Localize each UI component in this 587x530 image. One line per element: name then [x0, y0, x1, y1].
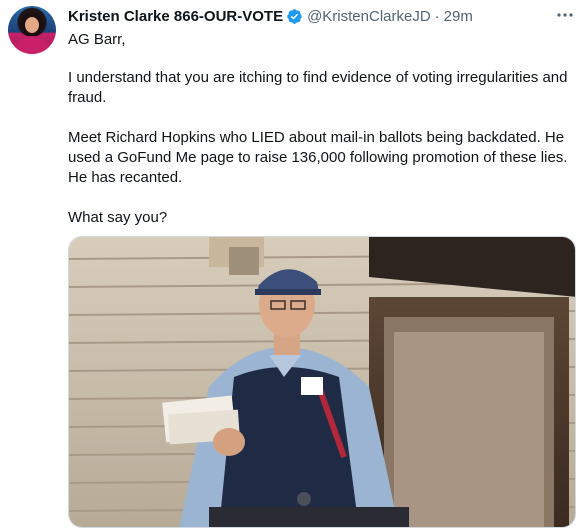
tweet: Kristen Clarke 866-OUR-VOTE @KristenClar… [0, 0, 587, 530]
separator-dot: · [434, 7, 440, 25]
author-handle[interactable]: @KristenClarkeJD [307, 8, 431, 25]
timestamp[interactable]: 29m [444, 8, 473, 25]
avatar-face [25, 17, 39, 33]
more-options-icon[interactable] [556, 8, 574, 22]
tweet-paragraph: I understand that you are itching to fin… [68, 69, 568, 106]
avatar[interactable] [8, 6, 56, 54]
media-photo [69, 237, 575, 527]
tweet-paragraph: What say you? [68, 209, 168, 226]
avatar-body [14, 36, 50, 54]
verified-badge-icon [286, 8, 303, 25]
tweet-media-image[interactable] [68, 236, 576, 528]
tweet-text: AG Barr, I understand that you are itchi… [68, 30, 578, 248]
tweet-paragraph: AG Barr, [68, 31, 126, 48]
tweet-paragraph: Meet Richard Hopkins who LIED about mail… [68, 129, 568, 186]
author-name[interactable]: Kristen Clarke 866-OUR-VOTE [68, 8, 283, 25]
tweet-header: Kristen Clarke 866-OUR-VOTE @KristenClar… [68, 6, 473, 26]
